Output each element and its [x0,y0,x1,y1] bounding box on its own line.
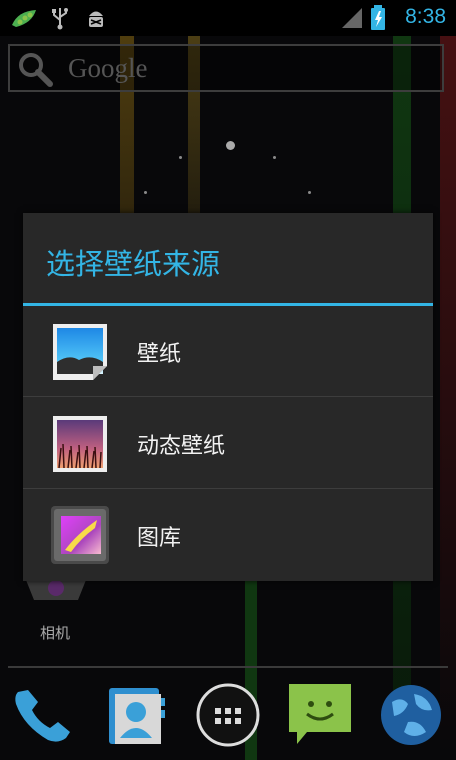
option-gallery[interactable]: 图库 [23,490,433,581]
dialog-title: 选择壁纸来源 [46,247,221,281]
wallpaper-source-dialog: 选择壁纸来源 壁纸 动态壁纸 图库 [23,213,433,581]
dock-divider [8,666,448,668]
usb-icon [52,8,68,30]
divider [23,396,433,397]
option-live-wallpaper-label: 动态壁纸 [137,434,226,459]
camera-app-icon[interactable] [24,580,88,606]
option-live-wallpaper[interactable]: 动态壁纸 [23,398,433,489]
signal-icon [342,8,362,28]
messaging-icon[interactable] [287,682,353,748]
search-icon[interactable] [16,50,56,88]
option-gallery-label: 图库 [137,526,182,551]
clock: 8:38 [405,5,446,28]
gallery-icon [51,506,109,564]
app-drawer-icon[interactable] [195,682,261,748]
camera-app-label: 相机 [40,624,71,642]
android-debug-icon [89,11,103,27]
status-bar: 8:38 [0,0,456,36]
search-placeholder: Google [68,53,148,83]
live-wallpaper-icon [53,416,107,472]
phone-icon[interactable] [10,682,76,748]
option-wallpaper-label: 壁纸 [137,342,182,367]
battery-charging-icon [371,5,385,30]
wallpaper-icon [53,324,107,380]
pea-pod-icon [12,10,36,27]
browser-icon[interactable] [378,682,444,748]
google-search-bar[interactable]: Google [8,44,444,92]
option-wallpaper[interactable]: 壁纸 [23,306,433,397]
contacts-icon[interactable] [103,682,169,748]
divider [23,488,433,489]
